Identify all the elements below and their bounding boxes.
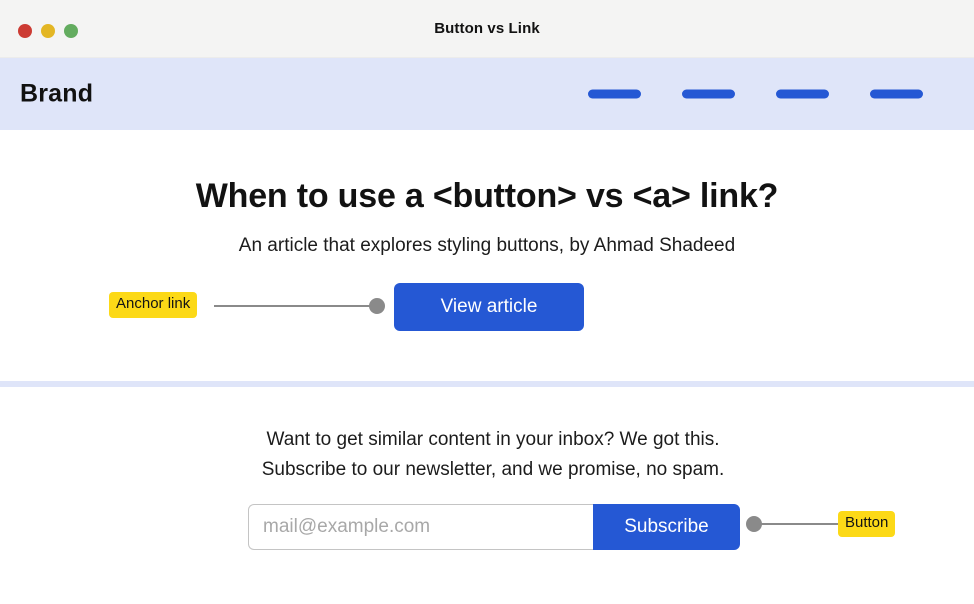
window-titlebar: Button vs Link xyxy=(0,0,974,58)
hero-section: When to use a <button> vs <a> link? An a… xyxy=(0,130,974,381)
page-title: When to use a <button> vs <a> link? xyxy=(195,177,779,215)
subscribe-form: Subscribe xyxy=(248,504,740,550)
subscribe-button[interactable]: Subscribe xyxy=(593,504,740,550)
window-title: Button vs Link xyxy=(434,20,540,37)
view-article-link[interactable]: View article xyxy=(394,283,584,331)
anchor-link-callout-line xyxy=(214,305,374,307)
nav-link-2[interactable] xyxy=(682,89,735,99)
site-navbar: Brand xyxy=(0,58,974,130)
newsletter-copy-line-1: Want to get similar content in your inbo… xyxy=(266,429,720,450)
brand-logo[interactable]: Brand xyxy=(20,80,93,109)
newsletter-copy-line-2: Subscribe to our newsletter, and we prom… xyxy=(261,459,725,480)
newsletter-section: Want to get similar content in your inbo… xyxy=(0,387,974,604)
hero-cta-wrapper: View article xyxy=(394,283,584,331)
page-subtitle: An article that explores styling buttons… xyxy=(238,235,736,256)
nav-link-3[interactable] xyxy=(776,89,829,99)
button-callout-label: Button xyxy=(838,511,896,537)
nav-link-4[interactable] xyxy=(870,89,923,99)
anchor-link-callout-label: Anchor link xyxy=(109,292,198,318)
nav-link-1[interactable] xyxy=(588,89,641,99)
anchor-link-callout-dot xyxy=(369,298,385,314)
email-field[interactable] xyxy=(248,504,593,550)
newsletter-copy: Want to get similar content in your inbo… xyxy=(0,425,974,485)
button-callout-line xyxy=(760,523,840,525)
nav-links xyxy=(588,89,923,99)
